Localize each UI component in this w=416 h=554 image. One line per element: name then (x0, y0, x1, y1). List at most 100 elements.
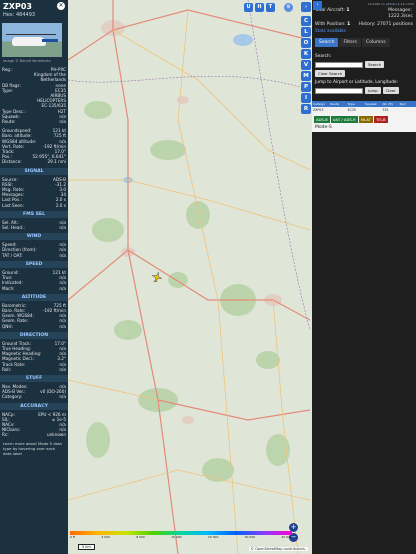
clear-search-button[interactable]: Clear Search (315, 70, 346, 77)
info-value: n/a (59, 366, 66, 372)
hex-label: Hex: (3, 12, 15, 18)
detail-rows: Reg.: PH-PXC Kingdom of the Netherlands DB … (0, 67, 68, 124)
section-title: STUFF (0, 374, 68, 382)
toolbar-button-m[interactable]: M (301, 71, 311, 81)
source-tag[interactable]: UAT / ADS-R (330, 116, 358, 123)
section-title: ALTITUDE (0, 293, 68, 301)
table-cell: EC35 (347, 108, 356, 112)
map-button-h[interactable]: H (255, 3, 264, 12)
map-background (68, 0, 310, 554)
table-row[interactable]: ZXP03 EC35 725 (312, 107, 416, 113)
section-rows: Barometric: 725 ft Baro. Rate: -192 ft/min G… (0, 303, 68, 329)
map-toolbar: › C L O K V M P I R (300, 0, 312, 140)
table-cell: 725 (382, 108, 389, 112)
map-view[interactable]: U H T ⚙ + − 0 ft 4 000 8 000 10 000 20 000 30… (68, 0, 310, 554)
map-button-t[interactable]: T (266, 3, 275, 12)
info-row: Distance: 29.1 nmi (2, 159, 66, 164)
tab-columns[interactable]: Columns (361, 38, 390, 47)
info-value: n/a (59, 323, 66, 329)
info-value: n/a (59, 252, 66, 258)
aircraft-list-panel: › tar1090 on github (3.14.1722) Total Ai… (312, 0, 416, 554)
section-rows: Ground: 121 kt True: n/a Indicated: n/a Mach: n… (0, 270, 68, 291)
detail-value: n/a (59, 119, 66, 125)
aircraft-info-panel: ZXP03 Hex: 484493 ✕ Image © Benoit Verme… (0, 0, 68, 554)
panel-tabs: Search Filters Columns (312, 33, 416, 47)
history-value: 27071 positions (377, 22, 413, 27)
altitude-tick: 8 000 (136, 535, 145, 539)
table-cell (329, 107, 346, 113)
search-input[interactable] (315, 61, 363, 68)
map-button-u[interactable]: U (244, 3, 253, 12)
toggle-sidebar-icon[interactable]: › (301, 2, 311, 12)
section-rows: Speed: n/a Direction (from): n/a TAT / OAT: n… (0, 242, 68, 258)
table-cell: ZXP03 (313, 108, 324, 112)
clear-jump-button[interactable]: Clear (382, 87, 399, 94)
mode-s-label: Mode-S (312, 123, 416, 132)
stats-row-1: Total Aircraft: 1 Messages: 1222.3/sec (312, 6, 416, 20)
toolbar-button-k[interactable]: K (301, 49, 311, 59)
callsign: ZXP03 (3, 2, 32, 11)
altitude-tick: 10 000 (171, 535, 182, 539)
altitude-labels: 0 ft 4 000 8 000 10 000 20 000 30 000 40 000 (70, 535, 292, 539)
aircraft-marker-icon[interactable] (152, 272, 162, 282)
altitude-tick: 4 000 (101, 535, 110, 539)
toolbar-button-o[interactable]: O (301, 38, 311, 48)
info-label: Sel. Head.: (2, 225, 25, 231)
info-value: n/a (59, 225, 66, 231)
section-rows: Ground Track: 17.0° True Heading: n/a Magnet… (0, 341, 68, 372)
section-title: SPEED (0, 260, 68, 268)
detail-row: AIRBUS HELICOPTERS EC-135/635 (2, 93, 66, 109)
jump-input[interactable] (315, 87, 363, 94)
expand-panel-icon[interactable]: › (313, 1, 322, 10)
info-row: QNH: n/a (2, 324, 66, 329)
section-title: FMS SEL (0, 210, 68, 218)
info-value: unknown (46, 432, 66, 438)
detail-label: Type: (2, 87, 14, 93)
messages-label: Messages: (388, 8, 412, 13)
close-icon[interactable]: ✕ (57, 2, 65, 10)
section-title: DIRECTION (0, 331, 68, 339)
source-tag[interactable]: TIS-B (373, 116, 388, 123)
section-rows: Nav. Modes: n/a ADS-B Ver.: v0 (DO-260) Cate… (0, 384, 68, 400)
info-value: 29.1 nmi (47, 159, 66, 165)
settings-gear-icon[interactable]: ⚙ (284, 3, 293, 12)
stats-row-2: With Position: 1 History: 27071 position… (312, 20, 416, 28)
total-value: 1 (346, 8, 350, 13)
info-value: 2.0 s (55, 202, 66, 208)
info-sections: Groundspeed: 121 kt Baro. altitude: 725 ft W… (0, 124, 68, 437)
map-attribution[interactable]: © OpenStreetMap contributors. (248, 547, 308, 551)
source-tag[interactable]: ADS-B (314, 116, 330, 123)
toolbar-button-l[interactable]: L (301, 27, 311, 37)
withpos-label: With Position: (315, 22, 346, 27)
info-label: Distance: (2, 159, 22, 165)
photo-credit: Image © Benoit Vermeulen (3, 59, 51, 63)
section-title: ACCURACY (0, 402, 68, 410)
aircraft-photo[interactable] (2, 23, 62, 57)
altitude-tick: 30 000 (244, 535, 256, 539)
info-value: n/a (59, 394, 66, 400)
jump-button[interactable]: Jump (365, 87, 381, 94)
section-title: SIGNAL (0, 167, 68, 175)
tab-search[interactable]: Search (315, 38, 339, 47)
toolbar-button-p[interactable]: P (301, 82, 311, 92)
footer-text: Learn more about Mode S data type by hov… (3, 440, 62, 456)
toolbar-button-i[interactable]: I (301, 93, 311, 103)
info-label: QNH: (2, 323, 13, 329)
detail-label: Route: (2, 119, 16, 125)
aircraft-header: ZXP03 Hex: 484493 ✕ (0, 0, 68, 22)
toolbar-button-c[interactable]: C (301, 16, 311, 26)
detail-label: Reg.: (2, 67, 13, 72)
jump-label: Jump to Airport or Latitude, Longitude: (315, 80, 399, 85)
info-value: n/a (59, 285, 66, 291)
aircraft-table: Callsign Route Type Squawk Alt. (ft) Spd ZXP0… (312, 101, 416, 132)
info-label: TAT / OAT: (2, 252, 23, 258)
toolbar-button-v[interactable]: V (301, 60, 311, 70)
info-row: TAT / OAT: n/a (2, 253, 66, 258)
tab-filters[interactable]: Filters (339, 38, 361, 47)
source-tag[interactable]: MLAT (358, 116, 373, 123)
section-rows: Source: ADS-B RSSI: -31.2 Msg. Rate: 3.0 Messa… (0, 177, 68, 208)
altitude-legend: 0 ft 4 000 8 000 10 000 20 000 30 000 40 000 (70, 531, 292, 541)
toolbar-button-r[interactable]: R (301, 104, 311, 114)
search-button[interactable]: Search (365, 61, 385, 68)
search-area: Search: Search Clear Search Jump to Airp… (312, 47, 416, 98)
